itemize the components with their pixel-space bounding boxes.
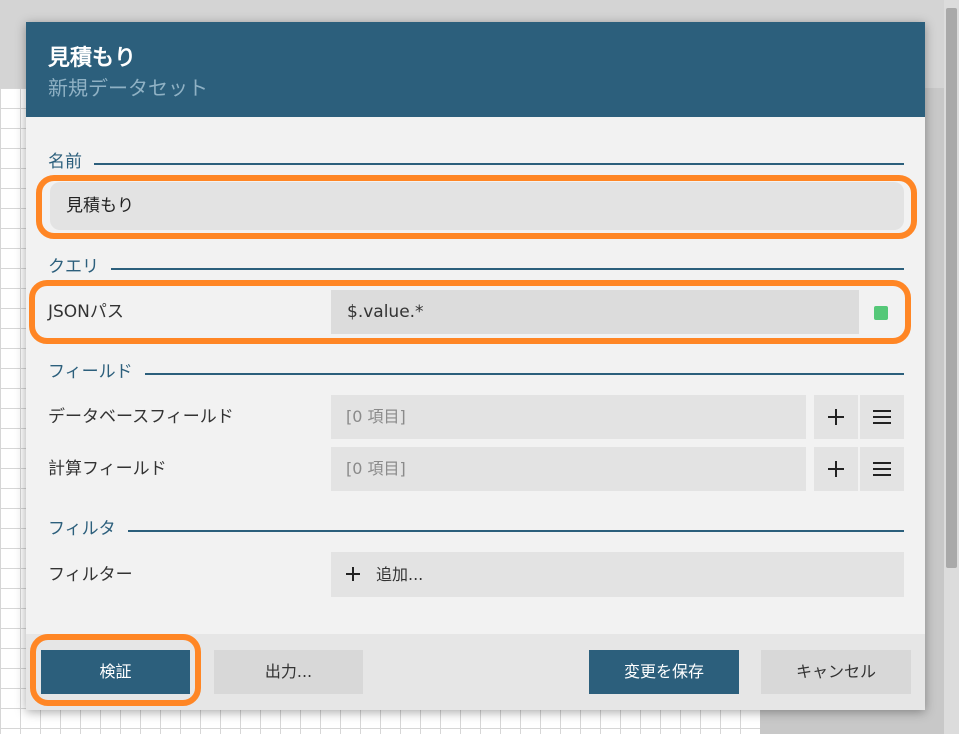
filter-label: フィルター (48, 565, 133, 585)
dialog-subtitle: 新規データセット (48, 76, 208, 100)
json-path-label: JSONパス (48, 302, 124, 322)
dialog-header: 見積もり 新規データセット (26, 22, 925, 117)
calculated-fields-label: 計算フィールド (48, 459, 167, 479)
validate-button[interactable]: 検証 (41, 650, 190, 694)
database-fields-menu-button[interactable] (860, 395, 904, 439)
database-fields-label: データベースフィールド (48, 407, 234, 427)
section-divider (48, 163, 904, 165)
menu-icon (873, 410, 891, 424)
query-section-label: クエリ (48, 257, 111, 277)
add-filter-label: 追加... (376, 565, 424, 584)
cancel-button[interactable]: キャンセル (761, 650, 911, 694)
dataset-dialog: 見積もり 新規データセット 名前 見積もり クエリ JSONパス $.value… (26, 22, 925, 710)
dataset-name-input[interactable]: 見積もり (50, 182, 904, 230)
filter-section-header: フィルタ (48, 519, 904, 539)
save-changes-button[interactable]: 変更を保存 (589, 650, 739, 694)
add-calculated-field-button[interactable] (814, 447, 858, 491)
export-button[interactable]: 出力... (214, 650, 363, 694)
fields-section-label: フィールド (48, 362, 145, 382)
menu-icon (873, 462, 891, 476)
name-section-label: 名前 (48, 152, 94, 172)
json-path-valid-indicator (874, 306, 888, 320)
dialog-title: 見積もり (48, 46, 137, 71)
section-divider (48, 268, 904, 270)
section-divider (48, 373, 904, 375)
database-fields-box[interactable]: [0 項目] (331, 395, 806, 439)
name-section-header: 名前 (48, 152, 904, 172)
dialog-footer: 検証 出力... 変更を保存 キャンセル (26, 634, 925, 710)
calculated-fields-menu-button[interactable] (860, 447, 904, 491)
page-scrollbar-thumb[interactable] (946, 8, 957, 568)
add-database-field-button[interactable] (814, 395, 858, 439)
fields-section-header: フィールド (48, 362, 904, 382)
query-section-header: クエリ (48, 257, 904, 277)
section-divider (48, 530, 904, 532)
calculated-fields-box[interactable]: [0 項目] (331, 447, 806, 491)
plus-icon (828, 461, 844, 477)
add-filter-button[interactable]: 追加... (331, 552, 904, 597)
filter-section-label: フィルタ (48, 519, 128, 539)
plus-icon (346, 567, 360, 581)
json-path-input[interactable]: $.value.* (331, 290, 859, 334)
plus-icon (828, 409, 844, 425)
